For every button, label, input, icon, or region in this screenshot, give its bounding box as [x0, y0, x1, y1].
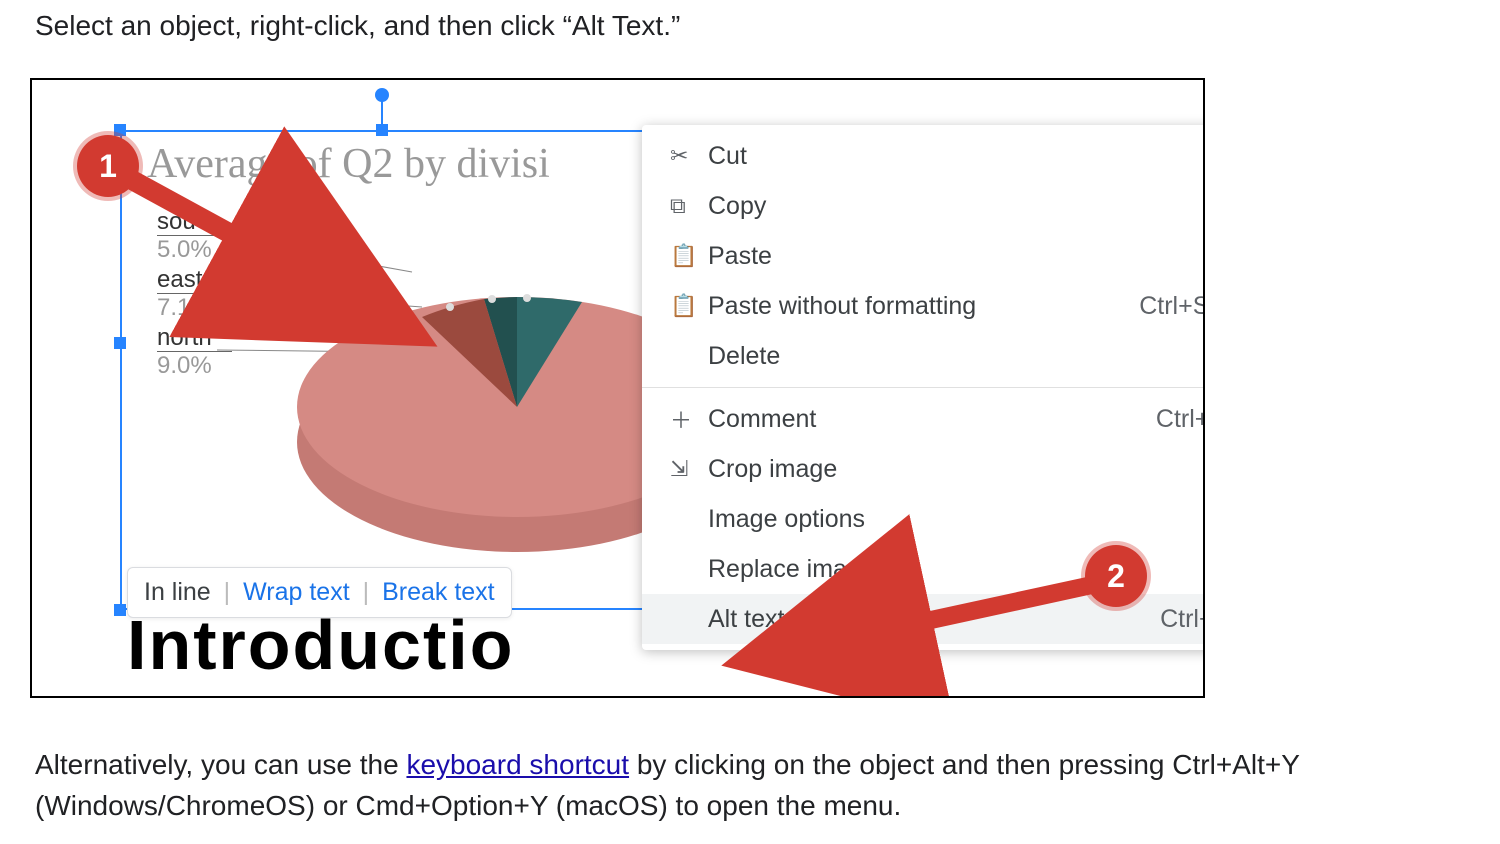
menu-shortcut: Ctrl+Alt+M — [1156, 405, 1205, 434]
menu-label: Image options — [708, 505, 1205, 534]
annotation-badge-2: 2 — [1085, 545, 1147, 607]
scissors-icon: ✂ — [670, 143, 708, 169]
menu-item-paste[interactable]: 📋 Paste Ctrl+V — [642, 231, 1205, 281]
wrap-option-break[interactable]: Break text — [382, 578, 495, 606]
resize-handle-bottom-left[interactable] — [114, 604, 126, 616]
slice-pct-sou: 5.0% — [157, 236, 212, 264]
rotation-handle[interactable] — [375, 88, 389, 102]
slice-pct-north: 9.0% — [157, 352, 212, 380]
screenshot-frame: Introductio Av — [30, 78, 1205, 698]
wrap-option-inline[interactable]: In line — [144, 578, 211, 606]
menu-label: Crop image — [708, 455, 1205, 484]
menu-shortcut: Ctrl+C — [1202, 192, 1205, 221]
slice-label-east: east — [157, 266, 202, 294]
crop-icon: ⇲ — [670, 456, 708, 482]
menu-item-cut[interactable]: ✂ Cut Ctrl+X — [642, 131, 1205, 181]
menu-label: Paste — [708, 242, 1204, 271]
followup-before: Alternatively, you can use the — [35, 749, 406, 780]
separator: | — [218, 578, 237, 606]
menu-item-delete[interactable]: Delete — [642, 331, 1205, 381]
clipboard-plain-icon: 📋 — [670, 293, 708, 319]
menu-item-copy[interactable]: ⧉ Copy Ctrl+C — [642, 181, 1205, 231]
menu-shortcut: Ctrl+V — [1204, 242, 1205, 271]
menu-separator — [642, 387, 1205, 388]
instruction-text: Select an object, right-click, and then … — [35, 10, 680, 42]
menu-item-image-options[interactable]: Image options — [642, 494, 1205, 544]
clipboard-icon: 📋 — [670, 243, 708, 269]
menu-shortcut: Ctrl+Shift+V — [1139, 292, 1205, 321]
menu-shortcut: Ctrl+X — [1204, 142, 1205, 171]
chart-title: Average of Q2 by divisi — [147, 140, 550, 188]
menu-item-paste-plain[interactable]: 📋 Paste without formatting Ctrl+Shift+V — [642, 281, 1205, 331]
resize-handle-top-left[interactable] — [114, 124, 126, 136]
annotation-badge-1: 1 — [77, 135, 139, 197]
followup-text: Alternatively, you can use the keyboard … — [35, 745, 1465, 826]
menu-label: Comment — [708, 405, 1156, 434]
image-wrap-toolbar: In line | Wrap text | Break text — [127, 567, 512, 618]
menu-label: Cut — [708, 142, 1204, 171]
menu-label: Paste without formatting — [708, 292, 1139, 321]
copy-icon: ⧉ — [670, 193, 708, 219]
resize-handle-middle-left[interactable] — [114, 337, 126, 349]
separator: | — [357, 578, 376, 606]
menu-item-crop[interactable]: ⇲ Crop image — [642, 444, 1205, 494]
slice-label-sou: sou — [157, 208, 196, 236]
resize-handle-top-middle[interactable] — [376, 124, 388, 136]
menu-label: Copy — [708, 192, 1202, 221]
keyboard-shortcut-link[interactable]: keyboard shortcut — [406, 749, 629, 780]
wrap-option-wrap[interactable]: Wrap text — [243, 578, 350, 606]
menu-label: Alt text — [708, 605, 1160, 634]
menu-shortcut: Ctrl+Alt+Y — [1160, 605, 1205, 634]
menu-item-comment[interactable]: ＋ Comment Ctrl+Alt+M — [642, 394, 1205, 444]
comment-icon: ＋ — [670, 403, 708, 435]
slice-pct-east: 7.1% — [157, 294, 212, 322]
slice-label-north: north — [157, 324, 212, 352]
menu-label: Delete — [708, 342, 1205, 371]
